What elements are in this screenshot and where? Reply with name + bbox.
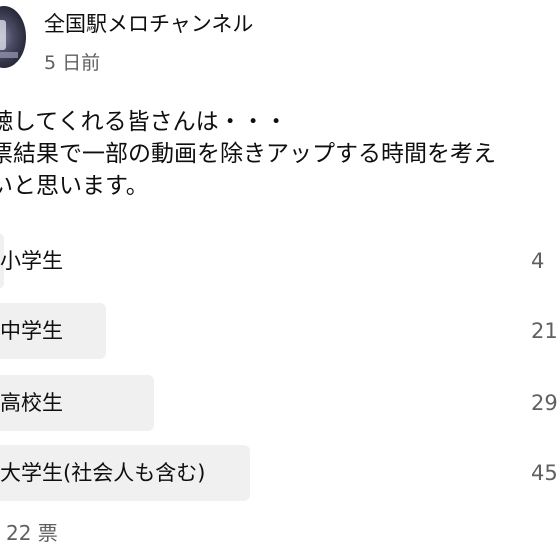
- poll-option-percent: 4: [531, 249, 545, 273]
- poll-option-label: 小学生: [0, 249, 63, 273]
- poll-option-label: 高校生: [0, 391, 63, 415]
- channel-name[interactable]: 全国駅メロチャンネル: [44, 10, 253, 38]
- poll-option-percent: 29: [531, 391, 558, 415]
- poll-option[interactable]: 高校生 29: [0, 375, 560, 431]
- poll-option-label: 中学生: [0, 319, 63, 343]
- post-text: 聴してくれる皆さんは・・・ 票結果で一部の動画を除きアップする時間を考え いと思…: [0, 106, 496, 202]
- channel-avatar[interactable]: [0, 6, 26, 68]
- poll-option[interactable]: 大学生(社会人も含む) 45: [0, 445, 560, 501]
- poll-option[interactable]: 中学生 21: [0, 303, 560, 359]
- post-text-line: 票結果で一部の動画を除きアップする時間を考え: [0, 141, 496, 167]
- poll-option-percent: 21: [531, 319, 558, 343]
- poll-vote-count: 22 票: [6, 521, 58, 545]
- poll-option-percent: 45: [531, 461, 558, 485]
- poll-option-label: 大学生(社会人も含む): [0, 461, 206, 485]
- community-post: 全国駅メロチャンネル 5 日前 聴してくれる皆さんは・・・ 票結果で一部の動画を…: [0, 0, 560, 560]
- post-text-line: 聴してくれる皆さんは・・・: [0, 109, 288, 135]
- post-text-line: いと思います。: [0, 173, 149, 199]
- post-timestamp[interactable]: 5 日前: [44, 49, 100, 77]
- poll-option[interactable]: 小学生 4: [0, 233, 560, 289]
